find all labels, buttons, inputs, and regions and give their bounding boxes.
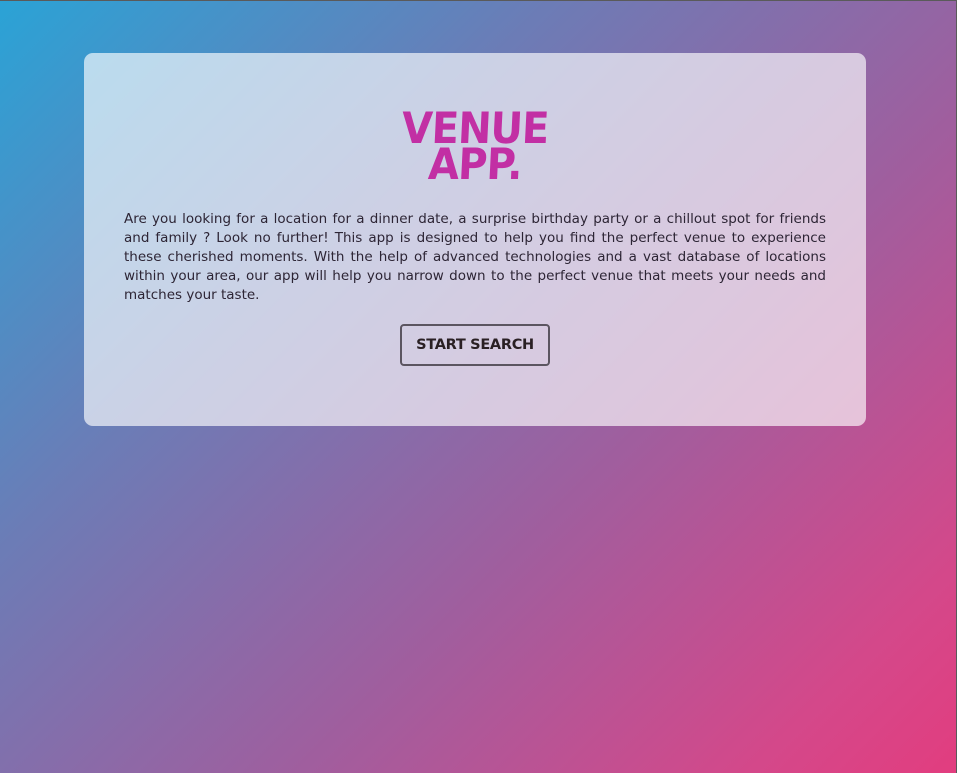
app-logo: VENUE APP. bbox=[84, 104, 866, 190]
intro-card: VENUE APP. Are you looking for a locatio… bbox=[84, 53, 866, 426]
start-search-button[interactable]: START SEARCH bbox=[400, 324, 550, 366]
app-description: Are you looking for a location for a din… bbox=[124, 211, 826, 303]
logo-line-app: APP. bbox=[427, 140, 523, 190]
